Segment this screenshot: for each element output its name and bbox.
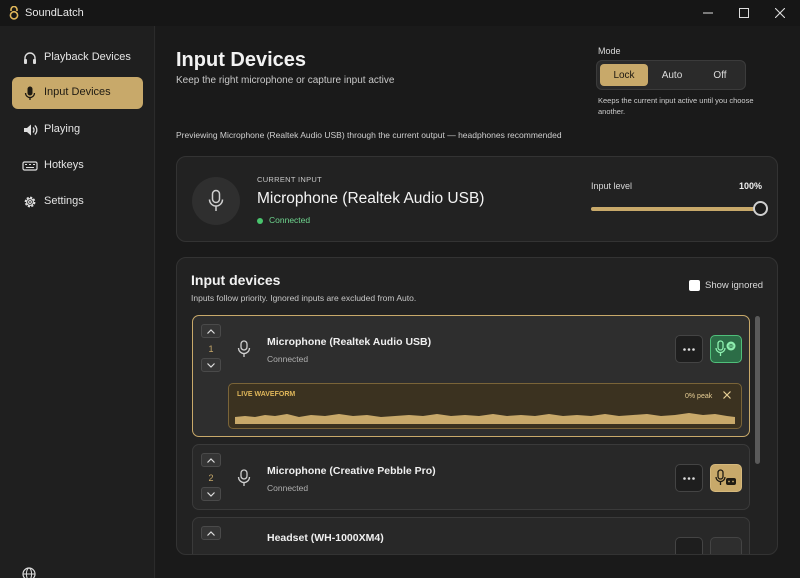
priority-down-button[interactable] — [201, 487, 221, 501]
microphone-icon — [237, 340, 251, 358]
current-input-caption: CURRENT INPUT — [257, 175, 323, 184]
device-name: Headset (WH-1000XM4) — [267, 532, 384, 544]
input-level-slider[interactable] — [591, 201, 768, 216]
close-icon[interactable] — [722, 390, 732, 400]
devices-scrollbar[interactable] — [755, 316, 760, 550]
device-row[interactable]: 1 Microphone (Realtek Audio USB) Connect… — [192, 315, 750, 437]
mode-off-button[interactable]: Off — [697, 64, 743, 86]
device-menu-button[interactable] — [675, 335, 703, 363]
page-title: Input Devices — [176, 49, 307, 71]
sidebar-item-label: Hotkeys — [44, 159, 84, 171]
sidebar-item-label: Settings — [44, 195, 84, 207]
preview-note: Previewing Microphone (Realtek Audio USB… — [176, 130, 562, 140]
waveform-peak: 0% peak — [685, 393, 713, 400]
more-icon — [683, 347, 695, 351]
chevron-up-icon — [207, 457, 215, 463]
mode-help-text: Keeps the current input active until you… — [598, 96, 754, 116]
device-name: Microphone (Realtek Audio USB) — [267, 336, 432, 348]
current-input-card: CURRENT INPUT Microphone (Realtek Audio … — [176, 156, 778, 242]
microphone-icon — [237, 469, 251, 487]
microphone-monitor-icon — [715, 469, 737, 487]
input-level-fill — [591, 207, 761, 211]
input-level-value: 100% — [739, 181, 763, 191]
gear-icon — [22, 194, 38, 210]
app-title: SoundLatch — [25, 7, 84, 19]
microphone-icon — [22, 85, 38, 101]
priority-number: 1 — [208, 344, 214, 354]
sidebar-item-input-devices[interactable]: Input Devices — [12, 77, 143, 109]
more-icon — [683, 476, 695, 480]
priority-up-button[interactable] — [201, 526, 221, 540]
microphone-icon — [207, 189, 225, 213]
current-input-avatar — [192, 177, 240, 225]
sidebar: Playback Devices Input Devices Playing H… — [0, 26, 155, 578]
show-ignored-label: Show ignored — [705, 280, 764, 291]
device-row[interactable]: Headset (WH-1000XM4) — [192, 517, 750, 554]
device-activate-button[interactable] — [710, 464, 742, 492]
show-ignored-checkbox[interactable] — [689, 280, 700, 291]
scrollbar-thumb[interactable] — [755, 316, 760, 464]
sidebar-item-label: Playing — [44, 123, 81, 135]
current-input-status: Connected — [257, 215, 310, 225]
sidebar-item-playback-devices[interactable]: Playback Devices — [12, 42, 143, 74]
microphone-monitor-icon — [715, 340, 737, 358]
speaker-icon — [22, 122, 38, 138]
device-menu-button[interactable] — [675, 537, 703, 554]
input-level-label: Input level — [591, 181, 633, 191]
input-devices-card: Input devices Inputs follow priority. Ig… — [176, 257, 778, 555]
minimize-button[interactable] — [690, 0, 726, 26]
mode-lock-button[interactable]: Lock — [600, 64, 648, 86]
device-menu-button[interactable] — [675, 464, 703, 492]
waveform-graph — [235, 413, 735, 424]
device-status: Connected — [267, 483, 309, 493]
sidebar-item-settings[interactable]: Settings — [12, 186, 143, 218]
show-ignored-toggle[interactable]: Show ignored — [689, 280, 763, 291]
mode-auto-button[interactable]: Auto — [649, 64, 695, 86]
sidebar-item-label: Playback Devices — [44, 51, 131, 63]
device-active-button[interactable] — [710, 335, 742, 363]
priority-down-button[interactable] — [201, 358, 221, 372]
maximize-button[interactable] — [726, 0, 762, 26]
status-dot — [257, 217, 263, 224]
chevron-up-icon — [207, 530, 215, 536]
minimize-icon — [703, 8, 713, 18]
device-row[interactable]: 2 Microphone (Creative Pebble Pro) Conne… — [192, 444, 750, 510]
page-subtitle: Keep the right microphone or capture inp… — [176, 75, 395, 86]
priority-up-button[interactable] — [201, 453, 221, 467]
close-icon — [775, 8, 785, 18]
status-text: Connected — [269, 215, 311, 225]
device-activate-button[interactable] — [710, 537, 742, 554]
chevron-down-icon — [207, 362, 215, 368]
device-status: Connected — [267, 354, 309, 364]
sidebar-item-hotkeys[interactable]: Hotkeys — [12, 150, 143, 182]
chevron-down-icon — [207, 491, 215, 497]
priority-up-button[interactable] — [201, 324, 221, 338]
priority-number: 2 — [208, 473, 214, 483]
close-button[interactable] — [762, 0, 798, 26]
maximize-icon — [739, 8, 749, 18]
keyboard-icon — [22, 158, 38, 174]
live-waveform-panel: LIVE WAVEFORM 0% peak — [228, 383, 742, 429]
title-bar: SoundLatch — [0, 0, 800, 26]
waveform-label: LIVE WAVEFORM — [237, 391, 296, 398]
main-content: Input Devices Keep the right microphone … — [156, 26, 800, 578]
mode-selector: Lock Auto Off — [596, 60, 746, 90]
sidebar-item-label: Input Devices — [44, 86, 111, 98]
globe-icon[interactable] — [21, 566, 37, 578]
chevron-up-icon — [207, 328, 215, 334]
device-name: Microphone (Creative Pebble Pro) — [267, 465, 436, 477]
devices-title: Input devices — [191, 272, 281, 288]
devices-subtitle: Inputs follow priority. Ignored inputs a… — [191, 293, 417, 303]
headphones-icon — [22, 50, 38, 66]
input-level-knob[interactable] — [753, 201, 768, 216]
current-input-name: Microphone (Realtek Audio USB) — [257, 190, 485, 207]
mode-label: Mode — [598, 46, 621, 56]
app-logo-icon — [8, 6, 20, 20]
sidebar-item-playing[interactable]: Playing — [12, 114, 143, 146]
